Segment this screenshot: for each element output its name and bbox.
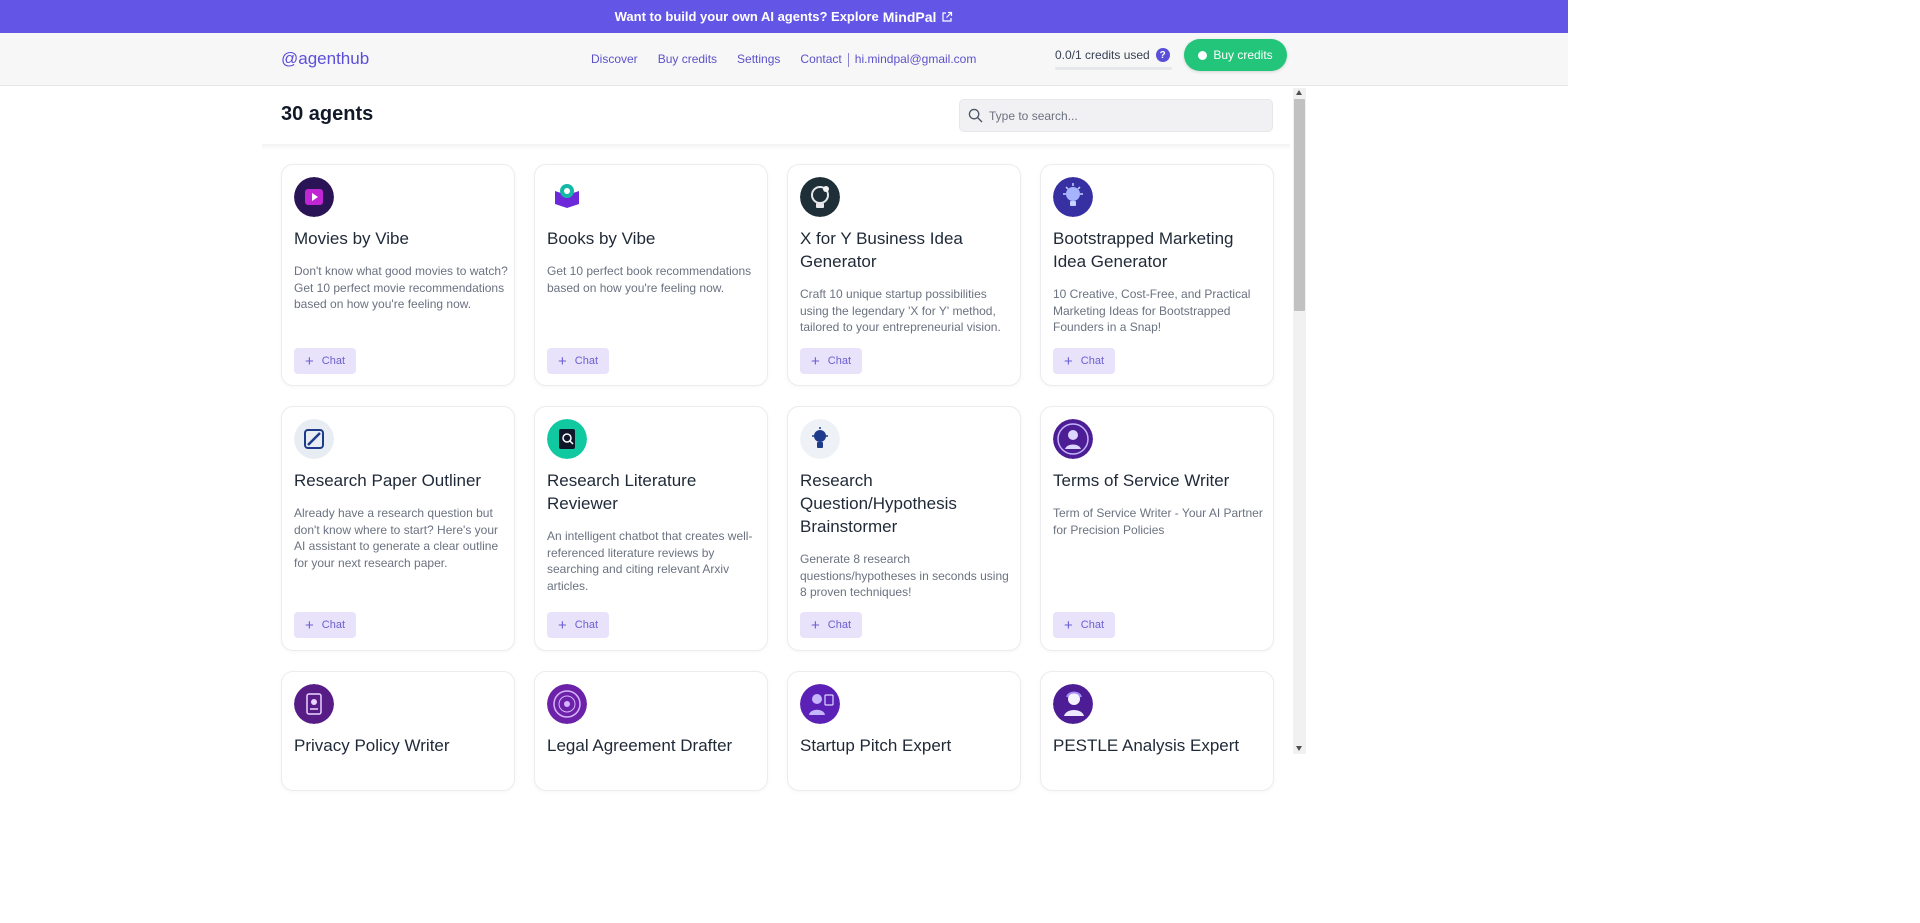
agent-title: Research Literature Reviewer: [547, 471, 697, 513]
chat-button[interactable]: + Chat: [547, 348, 609, 374]
agent-card[interactable]: Research Question/Hypothesis Brainstorme…: [787, 406, 1021, 651]
agent-card[interactable]: Research Literature Reviewer An intellig…: [534, 406, 768, 651]
plus-icon: +: [1064, 616, 1073, 634]
help-icon[interactable]: ?: [1155, 48, 1170, 62]
banner-text: Want to build your own AI agents? Explor…: [614, 9, 879, 24]
plus-icon: +: [558, 352, 567, 370]
idea-bulb-icon: [1053, 177, 1093, 217]
search-box[interactable]: [959, 99, 1273, 132]
agent-description: Already have a research question but don…: [294, 506, 499, 570]
chat-button[interactable]: + Chat: [1053, 348, 1115, 374]
page-scrollbar[interactable]: [1293, 88, 1306, 754]
chat-button[interactable]: + Chat: [547, 612, 609, 638]
credits-used-text: 0.0/1 credits used: [1055, 48, 1150, 62]
agent-card[interactable]: Movies by Vibe Don't know what good movi…: [281, 164, 515, 386]
presenter-icon: [800, 684, 840, 724]
analyst-portrait-icon: [1053, 684, 1093, 724]
chat-label: Chat: [574, 619, 599, 631]
plus-icon: +: [811, 352, 820, 370]
plus-icon: +: [558, 616, 567, 634]
agent-card[interactable]: Books by Vibe Get 10 perfect book recomm…: [534, 164, 768, 386]
buy-credits-button[interactable]: Buy credits: [1184, 39, 1287, 71]
chat-button[interactable]: + Chat: [1053, 612, 1115, 638]
buy-credits-label: Buy credits: [1213, 48, 1273, 62]
status-dot-icon: [1198, 50, 1208, 60]
external-link-icon: [942, 11, 953, 22]
nav-separator: [847, 52, 849, 67]
agent-card[interactable]: Bootstrapped Marketing Idea Generator 10…: [1040, 164, 1274, 386]
document-search-icon: [547, 419, 587, 459]
plus-icon: +: [1064, 352, 1073, 370]
brain-bulb-icon: [800, 419, 840, 459]
agent-card[interactable]: Privacy Policy Writer: [281, 671, 515, 791]
book-icon: [547, 177, 587, 217]
chat-button[interactable]: + Chat: [800, 348, 862, 374]
agent-title: Bootstrapped Marketing Idea Generator: [1053, 229, 1234, 271]
agent-description: Generate 8 research questions/hypotheses…: [800, 552, 1009, 599]
agent-description: An intelligent chatbot that creates well…: [547, 529, 753, 593]
search-icon: [968, 108, 983, 123]
nav-contact-email: hi.mindpal@gmail.com: [854, 52, 977, 66]
nav-contact-label: Contact: [800, 52, 842, 66]
privacy-document-icon: [294, 684, 334, 724]
agent-title: Startup Pitch Expert: [800, 736, 952, 755]
chat-label: Chat: [574, 355, 599, 367]
agent-description: Don't know what good movies to watch? Ge…: [294, 264, 508, 311]
nav-discover[interactable]: Discover: [591, 52, 638, 66]
agent-title: X for Y Business Idea Generator: [800, 229, 963, 271]
nav-buy-credits[interactable]: Buy credits: [658, 52, 717, 66]
chat-button[interactable]: + Chat: [294, 612, 356, 638]
plus-icon: +: [305, 616, 314, 634]
nav-settings[interactable]: Settings: [737, 52, 780, 66]
agent-card[interactable]: Terms of Service Writer Term of Service …: [1040, 406, 1274, 651]
agent-description: 10 Creative, Cost-Free, and Practical Ma…: [1053, 287, 1251, 334]
agent-title: Privacy Policy Writer: [294, 736, 450, 755]
main-nav: Discover Buy credits Settings Contact hi.…: [591, 52, 976, 67]
agent-card[interactable]: Startup Pitch Expert: [787, 671, 1021, 791]
chat-label: Chat: [1080, 619, 1105, 631]
movie-play-icon: [294, 177, 334, 217]
agent-title: PESTLE Analysis Expert: [1053, 736, 1240, 755]
banner-brand-link[interactable]: MindPal: [883, 9, 937, 25]
agent-card[interactable]: X for Y Business Idea Generator Craft 10…: [787, 164, 1021, 386]
agents-count-title: 30 agents: [281, 103, 374, 125]
agent-title: Research Question/Hypothesis Brainstorme…: [800, 471, 957, 536]
agent-description: Term of Service Writer - Your AI Partner…: [1053, 506, 1263, 537]
agent-title: Movies by Vibe: [294, 229, 409, 248]
scroll-down-arrow-icon[interactable]: [1296, 746, 1302, 751]
plus-icon: +: [305, 352, 314, 370]
chat-label: Chat: [1080, 355, 1105, 367]
plus-icon: +: [811, 616, 820, 634]
chat-label: Chat: [321, 619, 346, 631]
scroll-up-arrow-icon[interactable]: [1296, 90, 1302, 95]
section-divider: [262, 144, 1290, 150]
chat-button[interactable]: + Chat: [800, 612, 862, 638]
search-input[interactable]: [989, 108, 1259, 123]
agent-title: Legal Agreement Drafter: [547, 736, 733, 755]
agent-title: Books by Vibe: [547, 229, 656, 248]
pencil-paper-icon: [294, 419, 334, 459]
credits-progress-bar: [1055, 67, 1172, 70]
promo-banner[interactable]: Want to build your own AI agents? Explor…: [0, 0, 1568, 33]
chat-label: Chat: [321, 355, 346, 367]
agent-description: Get 10 perfect book recommendations base…: [547, 264, 752, 295]
agent-card[interactable]: Research Paper Outliner Already have a r…: [281, 406, 515, 651]
nav-contact[interactable]: Contact hi.mindpal@gmail.com: [800, 52, 976, 67]
credits-usage: 0.0/1 credits used ?: [1055, 48, 1170, 62]
legal-seal-icon: [547, 684, 587, 724]
chat-label: Chat: [827, 355, 852, 367]
chat-button[interactable]: + Chat: [294, 348, 356, 374]
chat-label: Chat: [827, 619, 852, 631]
agent-title: Research Paper Outliner: [294, 471, 482, 490]
site-logo[interactable]: @agenthub: [281, 49, 369, 69]
agent-title: Terms of Service Writer: [1053, 471, 1230, 490]
agent-card[interactable]: PESTLE Analysis Expert: [1040, 671, 1274, 791]
lightbulb-icon: [800, 177, 840, 217]
scrollbar-thumb[interactable]: [1294, 99, 1305, 311]
agent-description: Craft 10 unique startup possibilities us…: [800, 287, 1001, 334]
app-header: @agenthub Discover Buy credits Settings …: [0, 33, 1568, 86]
portrait-icon: [1053, 419, 1093, 459]
agent-card[interactable]: Legal Agreement Drafter: [534, 671, 768, 791]
